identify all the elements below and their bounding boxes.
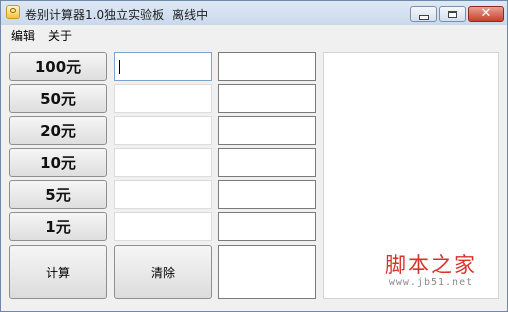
- count-input-50[interactable]: [114, 84, 212, 113]
- text-caret: [119, 60, 120, 74]
- count-input-1[interactable]: [114, 212, 212, 241]
- menu-edit[interactable]: 编辑: [8, 27, 38, 44]
- connection-status: 离线中: [172, 8, 209, 22]
- close-button[interactable]: ✕: [468, 6, 504, 22]
- count-input-20[interactable]: [114, 116, 212, 145]
- title-bar[interactable]: 卷别计算器1.0独立实验板 离线中 ✕: [1, 1, 507, 26]
- clear-button[interactable]: 清除: [114, 245, 212, 299]
- close-icon: ✕: [480, 6, 492, 21]
- denomination-button-10[interactable]: 10元: [9, 148, 107, 177]
- window-title: 卷别计算器1.0独立实验板 离线中: [25, 6, 208, 23]
- count-input-10[interactable]: [114, 148, 212, 177]
- amount-output-5[interactable]: [218, 180, 316, 209]
- amount-output-50[interactable]: [218, 84, 316, 113]
- amount-output-100[interactable]: [218, 52, 316, 81]
- denomination-button-50[interactable]: 50元: [9, 84, 107, 113]
- watermark-url: www.jb51.net: [388, 277, 474, 288]
- watermark-text: 脚本之家: [385, 253, 477, 277]
- menu-bar: 编辑 关于: [1, 25, 507, 44]
- calculate-button[interactable]: 计算: [9, 245, 107, 299]
- denomination-button-100[interactable]: 100元: [9, 52, 107, 81]
- amount-output-1[interactable]: [218, 212, 316, 241]
- minimize-button[interactable]: [410, 6, 437, 22]
- count-input-100[interactable]: [114, 52, 212, 81]
- count-input-5[interactable]: [114, 180, 212, 209]
- watermark: 脚本之家 www.jb51.net: [365, 253, 497, 289]
- total-output[interactable]: [218, 245, 316, 299]
- maximize-icon: [448, 10, 457, 18]
- window-title-text: 卷别计算器1.0独立实验板: [25, 8, 165, 22]
- minimize-icon: [418, 14, 429, 20]
- denomination-button-1[interactable]: 1元: [9, 212, 107, 241]
- amount-output-20[interactable]: [218, 116, 316, 145]
- app-window: 卷别计算器1.0独立实验板 离线中 ✕ 编辑 关于 100元 50元 20元 10…: [0, 0, 508, 312]
- denomination-button-20[interactable]: 20元: [9, 116, 107, 145]
- maximize-button[interactable]: [439, 6, 466, 22]
- denomination-button-5[interactable]: 5元: [9, 180, 107, 209]
- menu-about[interactable]: 关于: [45, 27, 75, 44]
- amount-output-10[interactable]: [218, 148, 316, 177]
- app-icon: [6, 5, 20, 19]
